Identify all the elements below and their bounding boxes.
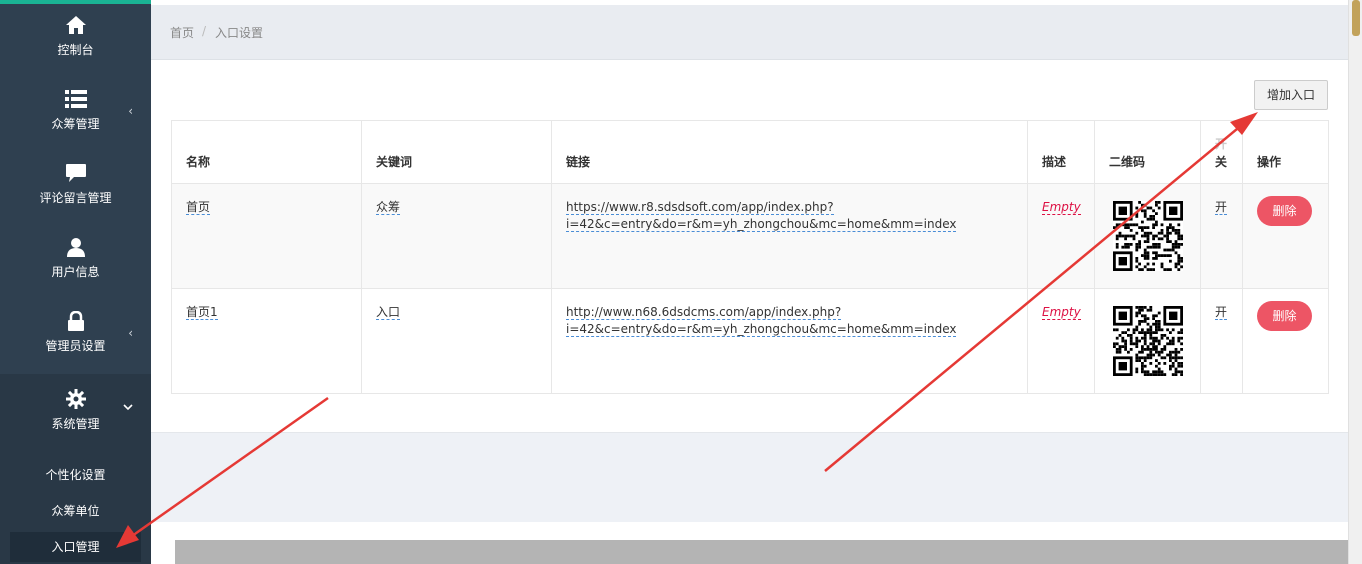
- qr-code-image: [1113, 201, 1183, 271]
- vertical-scrollbar[interactable]: [1348, 0, 1362, 564]
- column-header-qrcode: 二维码: [1094, 120, 1201, 184]
- column-header-description: 描述: [1027, 120, 1095, 184]
- entry-link-line1: http://www.n68.6dsdcms.com/app/index.php…: [566, 305, 842, 319]
- sidebar-item-label: 用户信息: [51, 265, 100, 279]
- chevron-left-icon: ‹: [128, 326, 133, 340]
- delete-button[interactable]: 删除: [1257, 301, 1312, 331]
- sidebar-item-users[interactable]: 用户信息: [0, 222, 151, 296]
- column-header-name: 名称: [171, 120, 362, 184]
- column-header-switch: 开关: [1200, 120, 1243, 184]
- entry-keyword-editable[interactable]: 众筹: [376, 200, 401, 215]
- sidebar-item-system[interactable]: 系统管理: [0, 374, 151, 452]
- delete-button[interactable]: 删除: [1257, 196, 1312, 226]
- entry-switch-toggle[interactable]: 开: [1215, 305, 1228, 320]
- page-background: [151, 434, 1348, 522]
- sidebar: 控制台 众筹管理 ‹ 评论留言管理 用户信息 管理员设置 ‹ 系统管理 个性化设…: [0, 0, 151, 564]
- entry-link-cell: http://www.n68.6dsdcms.com/app/index.php…: [551, 288, 1028, 394]
- table-row: 首页1 入口 http://www.n68.6dsdcms.com/app/in…: [171, 288, 1329, 394]
- sidebar-item-label: 控制台: [57, 43, 94, 57]
- sidebar-item-admin[interactable]: 管理员设置 ‹: [0, 296, 151, 370]
- entry-link-line1: https://www.r8.sdsdsoft.com/app/index.ph…: [566, 200, 834, 214]
- system-submenu: 个性化设置 众筹单位 入口管理: [0, 452, 151, 564]
- qr-code-image: [1113, 306, 1183, 376]
- chevron-left-icon: ‹: [128, 104, 133, 118]
- sidebar-item-dashboard[interactable]: 控制台: [0, 0, 151, 74]
- table-row: 首页 众筹 https://www.r8.sdsdsoft.com/app/in…: [171, 183, 1329, 289]
- entry-link-line2: i=42&c=entry&do=r&m=yh_zhongchou&mc=home…: [566, 217, 957, 231]
- table-header-row: 名称 关键词 链接 描述 二维码 开关 操作: [171, 120, 1329, 184]
- column-header-action: 操作: [1242, 120, 1329, 184]
- entry-link-editable[interactable]: https://www.r8.sdsdsoft.com/app/index.ph…: [566, 200, 957, 232]
- column-header-switch-top: 开: [1215, 137, 1228, 151]
- breadcrumb: 首页 / 入口设置: [151, 5, 1348, 60]
- breadcrumb-current: 入口设置: [215, 26, 264, 40]
- column-header-keyword: 关键词: [361, 120, 552, 184]
- entry-link-cell: https://www.r8.sdsdsoft.com/app/index.ph…: [551, 183, 1028, 289]
- sidebar-item-label: 系统管理: [51, 417, 100, 431]
- breadcrumb-separator: /: [202, 24, 207, 38]
- add-entry-button[interactable]: 增加入口: [1254, 80, 1328, 110]
- sidebar-item-label: 评论留言管理: [39, 191, 112, 205]
- entry-link-editable[interactable]: http://www.n68.6dsdcms.com/app/index.php…: [566, 305, 957, 337]
- sidebar-item-crowdfunding[interactable]: 众筹管理 ‹: [0, 74, 151, 148]
- footer-bar: [175, 540, 1348, 564]
- breadcrumb-home[interactable]: 首页: [170, 24, 194, 41]
- submenu-item-units[interactable]: 众筹单位: [0, 496, 151, 526]
- entry-keyword-editable[interactable]: 入口: [376, 305, 401, 320]
- entries-table: 名称 关键词 链接 描述 二维码 开关 操作 首页 众筹 https://www…: [171, 120, 1329, 394]
- entry-switch-toggle[interactable]: 开: [1215, 200, 1228, 215]
- submenu-item-personalize[interactable]: 个性化设置: [0, 460, 151, 490]
- entry-name-editable[interactable]: 首页1: [186, 305, 218, 320]
- column-header-link: 链接: [551, 120, 1028, 184]
- submenu-item-entry-management[interactable]: 入口管理: [10, 532, 141, 562]
- entry-description-editable[interactable]: Empty: [1042, 305, 1081, 320]
- user-icon: [0, 236, 151, 258]
- scrollbar-thumb[interactable]: [1352, 0, 1360, 36]
- entry-description-editable[interactable]: Empty: [1042, 200, 1081, 215]
- entry-name-editable[interactable]: 首页: [186, 200, 211, 215]
- comment-icon: [0, 162, 151, 184]
- chevron-down-icon: [123, 400, 133, 414]
- column-header-switch-bottom: 关: [1215, 155, 1228, 169]
- home-icon: [0, 14, 151, 36]
- sidebar-item-comments[interactable]: 评论留言管理: [0, 148, 151, 222]
- entry-link-line2: i=42&c=entry&do=r&m=yh_zhongchou&mc=home…: [566, 322, 957, 336]
